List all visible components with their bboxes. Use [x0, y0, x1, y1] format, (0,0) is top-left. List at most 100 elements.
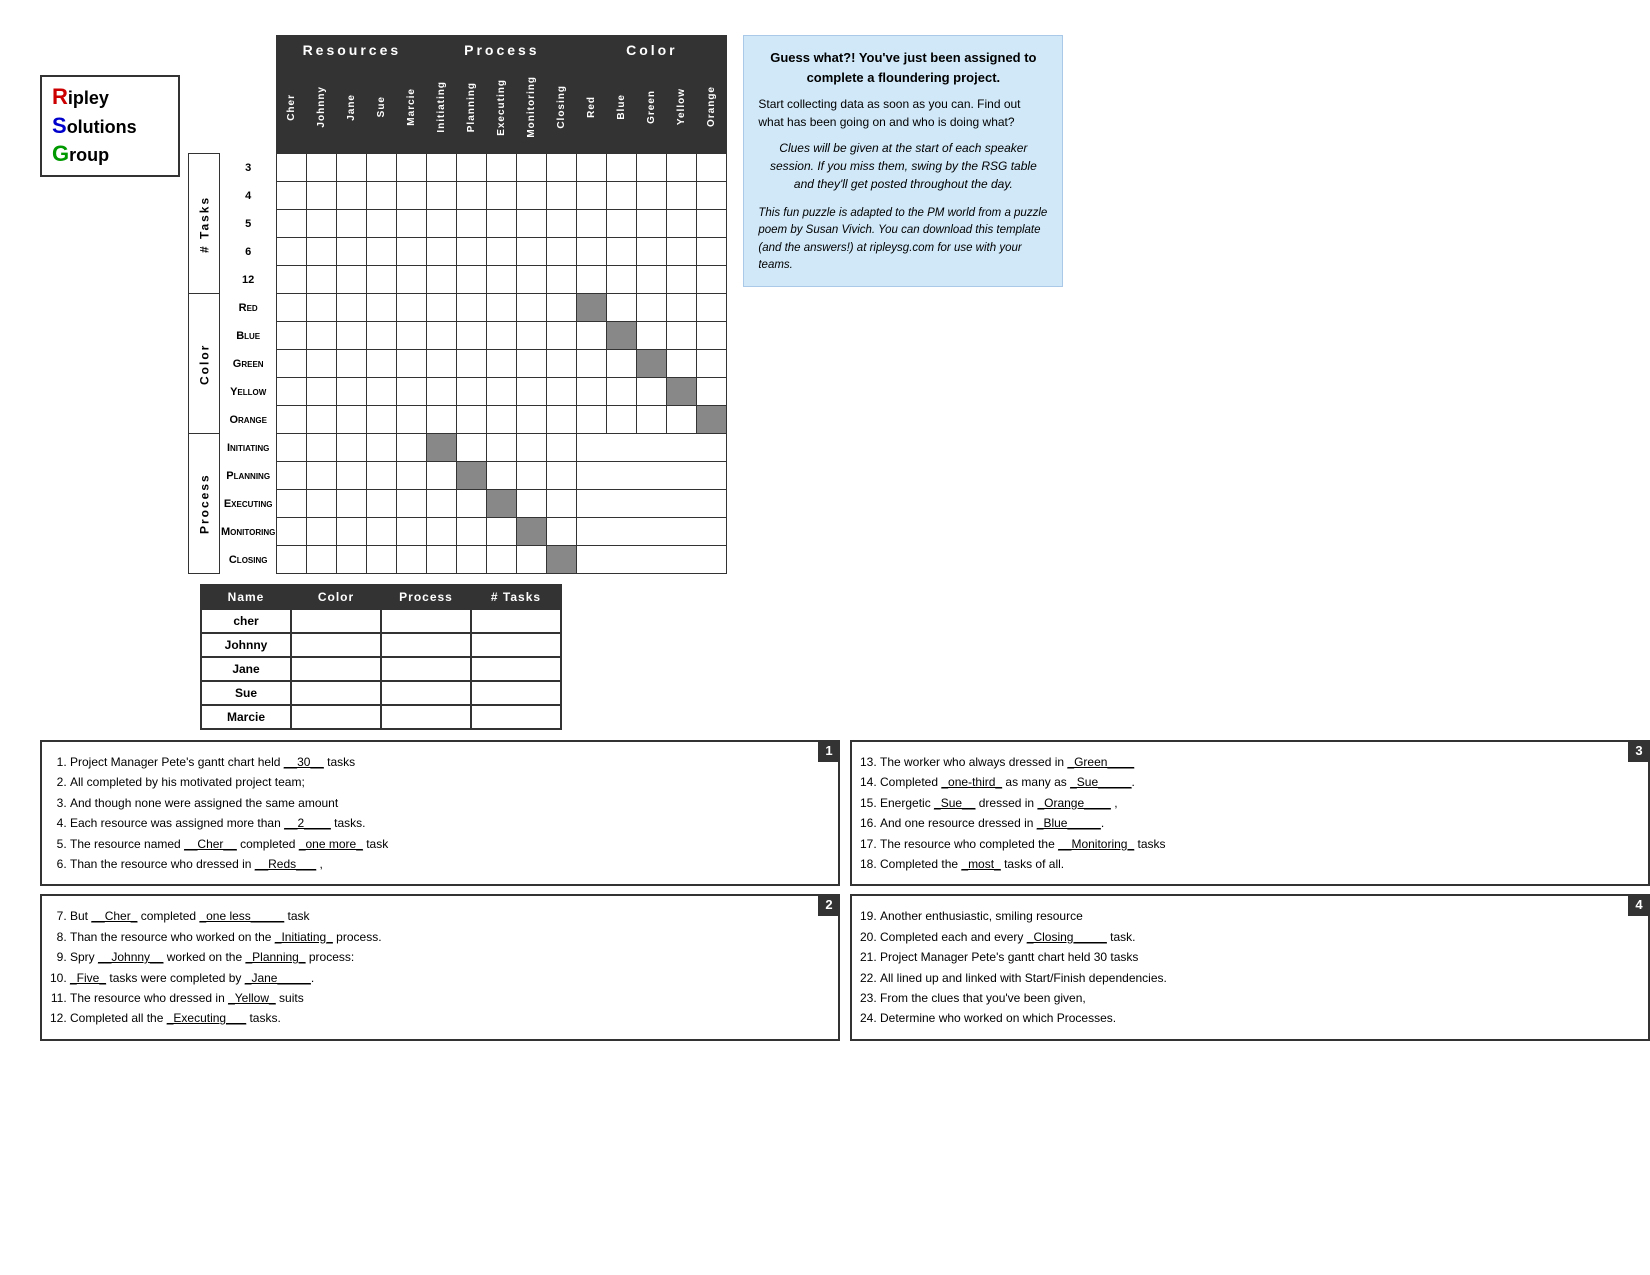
- clue-4-21: Project Manager Pete's gantt chart held …: [880, 947, 1636, 967]
- tasks-row-6: 6: [220, 238, 277, 266]
- answer-row-marcie: Marcie: [201, 705, 561, 729]
- col-red: Red: [586, 96, 597, 118]
- answer-name-cher: cher: [201, 609, 291, 633]
- answer-name-marcie: Marcie: [201, 705, 291, 729]
- answer-process-jane: [381, 657, 471, 681]
- col-yellow: Yellow: [676, 88, 687, 125]
- clue-3-14: Completed _one-third_ as many as _Sue___…: [880, 772, 1636, 792]
- color-section-label: Color: [189, 294, 220, 434]
- color-row-orange: Orange: [220, 406, 277, 434]
- answer-tasks-marcie: [471, 705, 561, 729]
- answer-tasks-cher: [471, 609, 561, 633]
- page: Ripley Solutions Group Resources Process…: [20, 20, 1650, 1056]
- logo-line3: roup: [69, 145, 109, 165]
- color-header: Color: [577, 36, 727, 64]
- answer-name-johnny: Johnny: [201, 633, 291, 657]
- clue-2-9: Spry __Johnny__ worked on the _Planning_…: [70, 947, 826, 967]
- answer-process-cher: [381, 609, 471, 633]
- answer-color-cher: [291, 609, 381, 633]
- answer-color-marcie: [291, 705, 381, 729]
- tasks-row-4: 4: [220, 182, 277, 210]
- clue-3-16: And one resource dressed in _Blue_____.: [880, 813, 1636, 833]
- answer-tasks-johnny: [471, 633, 561, 657]
- col-johnny: Johnny: [316, 86, 327, 128]
- answer-row-johnny: Johnny: [201, 633, 561, 657]
- clue-3-15: Energetic _Sue__ dressed in _Orange____ …: [880, 793, 1636, 813]
- clue-box-2: 2 But __Cher_ completed _one less_____ t…: [40, 894, 840, 1040]
- clue-1-1: Project Manager Pete's gantt chart held …: [70, 752, 826, 772]
- process-header: Process: [427, 36, 577, 64]
- clue-number-1: 1: [818, 740, 840, 762]
- answer-table: Name Color Process # Tasks cher Johnny: [200, 584, 562, 730]
- answer-row-jane: Jane: [201, 657, 561, 681]
- answer-color-sue: [291, 681, 381, 705]
- answer-header-tasks: # Tasks: [471, 585, 561, 609]
- col-monitoring: Monitoring: [526, 76, 537, 138]
- process-row-executing: Executing: [220, 490, 277, 518]
- answer-color-johnny: [291, 633, 381, 657]
- clue-4-23: From the clues that you've been given,: [880, 988, 1636, 1008]
- info-italic1: Clues will be given at the start of each…: [758, 139, 1048, 193]
- clue-list-4: Another enthusiastic, smiling resource C…: [864, 906, 1636, 1028]
- process-row-planning: Planning: [220, 462, 277, 490]
- answer-header-process: Process: [381, 585, 471, 609]
- answer-color-jane: [291, 657, 381, 681]
- clue-number-2: 2: [818, 894, 840, 916]
- puzzle-grid: Resources Process Color Cher Johnny Jane…: [188, 35, 727, 574]
- answer-row-sue: Sue: [201, 681, 561, 705]
- answer-name-jane: Jane: [201, 657, 291, 681]
- answer-tasks-sue: [471, 681, 561, 705]
- answer-process-sue: [381, 681, 471, 705]
- logo-r: R: [52, 84, 68, 109]
- clue-2-7: But __Cher_ completed _one less_____ tas…: [70, 906, 826, 926]
- tasks-row-12: 12: [220, 266, 277, 294]
- clue-4-20: Completed each and every _Closing_____ t…: [880, 927, 1636, 947]
- clue-3-13: The worker who always dressed in _Green_…: [880, 752, 1636, 772]
- clue-list-3: The worker who always dressed in _Green_…: [864, 752, 1636, 874]
- logo-line1: ipley: [68, 88, 109, 108]
- logo-line2: olutions: [67, 117, 137, 137]
- clue-number-3: 3: [1628, 740, 1650, 762]
- col-green: Green: [646, 90, 657, 124]
- answer-row-cher: cher: [201, 609, 561, 633]
- col-cher: Cher: [286, 94, 297, 121]
- clue-4-22: All lined up and linked with Start/Finis…: [880, 968, 1636, 988]
- clue-list-2: But __Cher_ completed _one less_____ tas…: [54, 906, 826, 1028]
- logo-s: S: [52, 113, 67, 138]
- clue-4-19: Another enthusiastic, smiling resource: [880, 906, 1636, 926]
- color-row-red: Red: [220, 294, 277, 322]
- color-row-blue: Blue: [220, 322, 277, 350]
- clue-2-11: The resource who dressed in _Yellow_ sui…: [70, 988, 826, 1008]
- col-orange: Orange: [706, 86, 717, 127]
- resources-header: Resources: [277, 36, 427, 64]
- tasks-row-5: 5: [220, 210, 277, 238]
- clue-list-1: Project Manager Pete's gantt chart held …: [54, 752, 826, 874]
- col-sue: Sue: [376, 96, 387, 117]
- clue-box-3: 3 The worker who always dressed in _Gree…: [850, 740, 1650, 886]
- clue-1-2: All completed by his motivated project t…: [70, 772, 826, 792]
- clue-number-4: 4: [1628, 894, 1650, 916]
- process-row-initiating: Initiating: [220, 434, 277, 462]
- process-row-monitoring: Monitoring: [220, 518, 277, 546]
- info-title: Guess what?! You've just been assigned t…: [758, 48, 1048, 87]
- clue-2-8: Than the resource who worked on the _Ini…: [70, 927, 826, 947]
- logo-g: G: [52, 141, 69, 166]
- answer-process-marcie: [381, 705, 471, 729]
- clue-2-12: Completed all the _Executing___ tasks.: [70, 1008, 826, 1028]
- clue-1-3: And though none were assigned the same a…: [70, 793, 826, 813]
- col-closing: Closing: [556, 85, 567, 129]
- clue-3-17: The resource who completed the __Monitor…: [880, 834, 1636, 854]
- info-italic2: This fun puzzle is adapted to the PM wor…: [758, 205, 1048, 274]
- col-blue: Blue: [616, 94, 627, 120]
- clue-3-18: Completed the _most_ tasks of all.: [880, 854, 1636, 874]
- answer-process-johnny: [381, 633, 471, 657]
- answer-header-color: Color: [291, 585, 381, 609]
- process-row-closing: Closing: [220, 546, 277, 574]
- tasks-section-label: # Tasks: [189, 154, 220, 294]
- tasks-row-3: 3: [220, 154, 277, 182]
- info-body: Start collecting data as soon as you can…: [758, 95, 1048, 131]
- clue-1-5: The resource named __Cher__ completed _o…: [70, 834, 826, 854]
- clue-4-24: Determine who worked on which Processes.: [880, 1008, 1636, 1028]
- process-section-label: Process: [189, 434, 220, 574]
- col-jane: Jane: [346, 94, 357, 121]
